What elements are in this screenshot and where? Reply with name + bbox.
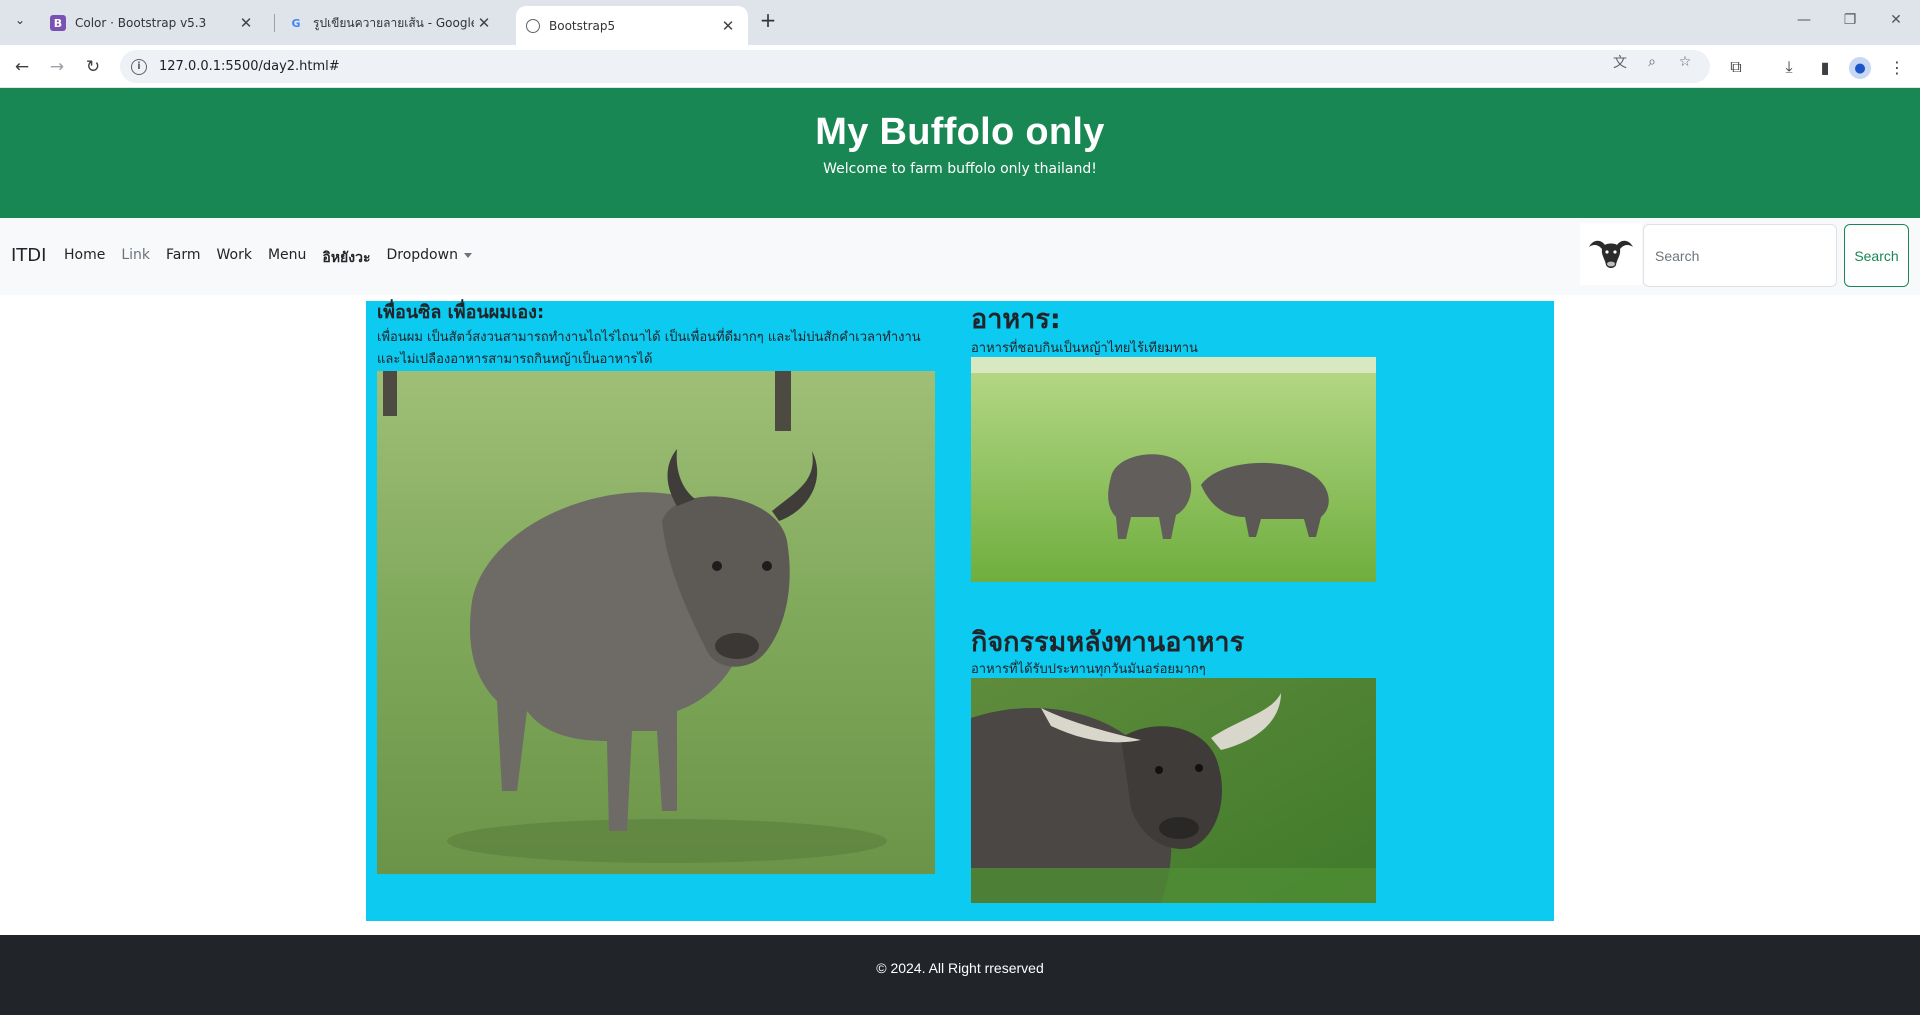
- nav-dropdown[interactable]: Dropdown: [386, 247, 472, 269]
- google-favicon-icon: G: [291, 16, 301, 30]
- address-bar[interactable]: i 127.0.0.1:5500/day2.html#: [120, 50, 1710, 83]
- restore-icon[interactable]: ❐: [1835, 8, 1865, 32]
- activity-heading: กิจกรรมหลังทานอาหาร: [971, 627, 1245, 658]
- browser-tabstrip: ⌄ B Color · Bootstrap v5.3 ✕ G รูปเขียนค…: [0, 0, 1920, 45]
- side-panel-icon[interactable]: ▮: [1812, 54, 1838, 80]
- nav-link-ihyangwa[interactable]: อิหยังวะ: [322, 247, 370, 269]
- nav-dropdown-label: Dropdown: [386, 247, 458, 263]
- buffalo-head-icon: [1589, 240, 1633, 268]
- browser-tab-bootstrap5[interactable]: Bootstrap5 ✕: [516, 6, 748, 45]
- browser-tab-google-search[interactable]: G รูปเขียนควายลายเส้น - Google Sea ✕: [278, 6, 504, 40]
- food-heading: อาหาร:: [971, 304, 1061, 335]
- site-info-icon[interactable]: i: [131, 58, 147, 75]
- translate-icon[interactable]: 文: [1610, 52, 1630, 72]
- tab-close-icon[interactable]: ✕: [718, 17, 738, 35]
- nav-link-menu[interactable]: Menu: [268, 247, 306, 269]
- search-button[interactable]: Search: [1844, 224, 1909, 287]
- download-icon[interactable]: ⤓: [1776, 54, 1802, 80]
- tab-search-chevron-icon[interactable]: ⌄: [8, 8, 32, 32]
- bookmark-star-icon[interactable]: ☆: [1675, 52, 1695, 72]
- buffalo-eating-photo: [971, 678, 1376, 903]
- nav-links: Home Link Farm Work Menu อิหยังวะ Dropdo…: [64, 247, 472, 269]
- site-footer: © 2024. All Right rreserved: [0, 935, 1920, 1015]
- friend-heading: เพื่อนซิล เพื่อนผมเอง:: [377, 302, 545, 323]
- buffalo-logo: [1580, 223, 1642, 285]
- nav-link-farm[interactable]: Farm: [166, 247, 201, 269]
- reload-icon[interactable]: ↻: [80, 54, 106, 80]
- nav-link-home[interactable]: Home: [64, 247, 105, 269]
- tab-close-icon[interactable]: ✕: [236, 14, 256, 32]
- search-input[interactable]: [1643, 224, 1837, 287]
- browser-tab-bootstrap-color[interactable]: B Color · Bootstrap v5.3 ✕: [40, 6, 266, 40]
- main-content: เพื่อนซิล เพื่อนผมเอง: เพื่อนผม เป็นสัตว…: [366, 301, 1554, 921]
- globe-favicon-icon: [526, 18, 540, 33]
- tab-title: Bootstrap5: [549, 18, 616, 33]
- browser-toolbar: ← → ↻ i 127.0.0.1:5500/day2.html# 文 ⌕ ☆ …: [0, 45, 1920, 88]
- footer-copyright: © 2024. All Right rreserved: [876, 960, 1044, 976]
- navbar-brand[interactable]: ITDI: [11, 245, 46, 266]
- hero-banner: My Buffolo only Welcome to farm buffolo …: [0, 88, 1920, 218]
- friend-text: เพื่อนผม เป็นสัตว์สงวนสามารถทำงานไถไร่ไถ…: [377, 330, 921, 367]
- profile-avatar-icon[interactable]: ●: [1849, 57, 1871, 79]
- zoom-icon[interactable]: ⌕: [1642, 52, 1662, 72]
- bootstrap-favicon-icon: B: [50, 15, 66, 31]
- menu-kebab-icon[interactable]: ⋮: [1884, 54, 1910, 80]
- caret-down-icon: [463, 252, 472, 258]
- back-arrow-icon[interactable]: ←: [9, 54, 35, 80]
- url-text: 127.0.0.1:5500/day2.html#: [159, 59, 340, 74]
- forward-arrow-icon[interactable]: →: [44, 54, 70, 80]
- activity-text: อาหารที่ได้รับประทานทุกวันมันอร่อยมากๆ: [971, 662, 1206, 677]
- minimize-icon[interactable]: —: [1789, 8, 1819, 32]
- tab-title: Color · Bootstrap v5.3: [75, 16, 207, 30]
- food-section: อาหาร: อาหารที่ชอบกินเป็นหญ้าไทยไร้เทียม…: [971, 301, 1391, 903]
- nav-link-work[interactable]: Work: [217, 247, 252, 269]
- page-subtitle: Welcome to farm buffolo only thailand!: [823, 161, 1097, 177]
- tab-title: รูปเขียนควายลายเส้น - Google Sea: [313, 15, 474, 30]
- buffalo-standing-photo: [377, 371, 935, 874]
- nav-link-link[interactable]: Link: [121, 247, 150, 269]
- extensions-icon[interactable]: ⧉: [1723, 54, 1749, 80]
- site-navbar: ITDI Home Link Farm Work Menu อิหยังวะ D…: [0, 218, 1920, 295]
- new-tab-icon[interactable]: +: [756, 8, 780, 32]
- buffalo-grazing-photo: [971, 357, 1376, 582]
- tab-divider: [274, 14, 275, 32]
- close-window-icon[interactable]: ✕: [1881, 8, 1911, 32]
- page-title: My Buffolo only: [815, 111, 1105, 153]
- tab-close-icon[interactable]: ✕: [474, 14, 494, 32]
- food-text: อาหารที่ชอบกินเป็นหญ้าไทยไร้เทียมทาน: [971, 341, 1198, 356]
- friend-section: เพื่อนซิล เพื่อนผมเอง: เพื่อนผม เป็นสัตว…: [377, 301, 937, 874]
